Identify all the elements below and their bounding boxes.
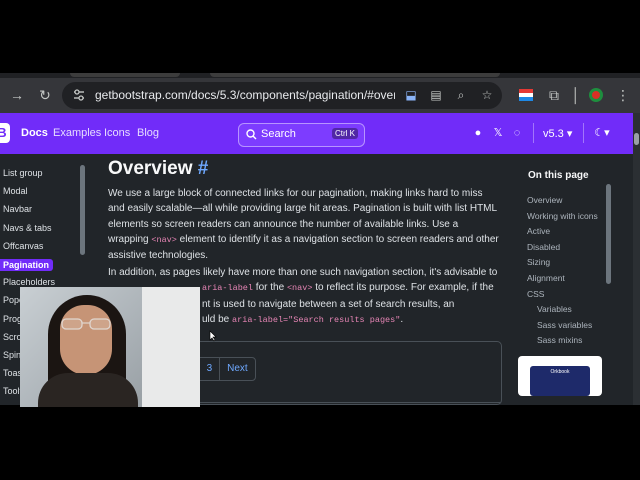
sidebar-item-modal[interactable]: Modal: [3, 186, 28, 196]
browser-tab[interactable]: [70, 73, 180, 77]
heading-text: Overview: [108, 158, 193, 179]
sidebar-item-offcanvas[interactable]: Offcanvas: [3, 241, 43, 251]
toc-link-active[interactable]: Active: [527, 226, 550, 236]
toc-link-sizing[interactable]: Sizing: [527, 257, 550, 267]
toc-link-sass-mixins[interactable]: Sass mixins: [537, 335, 582, 345]
bootstrap-navbar: B Docs Examples Icons Blog Search Ctrl K…: [0, 113, 633, 154]
reload-icon[interactable]: ↻: [36, 86, 54, 104]
bookmark-star-icon[interactable]: ☆: [479, 87, 495, 103]
sidebar-item-placeholders[interactable]: Placeholders: [3, 277, 55, 287]
github-icon[interactable]: ●: [471, 126, 485, 140]
carbon-ad[interactable]: Orkbook: [518, 356, 602, 396]
browser-toolbar: → ↻ getbootstrap.com/docs/5.3/components…: [0, 78, 640, 113]
glasses-icon: [61, 318, 111, 330]
zoom-icon[interactable]: ⌕: [453, 87, 469, 103]
site-info-icon[interactable]: [72, 88, 86, 102]
webcam-person-shirt: [38, 373, 138, 407]
table-of-contents: On this page Overview Working with icons A…: [508, 154, 633, 405]
browser-tab-active[interactable]: [210, 73, 500, 77]
nav-link-examples[interactable]: Examples: [53, 127, 101, 139]
sidebar-item-list-group[interactable]: List group: [3, 168, 43, 178]
search-label: Search: [261, 128, 296, 140]
mouse-cursor-icon: [209, 330, 217, 342]
bootstrap-logo[interactable]: B: [0, 123, 10, 143]
section-heading: Overview #: [108, 158, 208, 180]
paragraph-text: for the: [255, 282, 285, 294]
docs-search-button[interactable]: Search Ctrl K: [238, 123, 365, 147]
forward-icon[interactable]: →: [8, 86, 26, 104]
nav-link-blog[interactable]: Blog: [137, 127, 159, 139]
toc-link-alignment[interactable]: Alignment: [527, 273, 565, 283]
page-scrollbar-thumb[interactable]: [634, 133, 639, 145]
page-scrollbar[interactable]: [633, 113, 640, 405]
search-shortcut: Ctrl K: [332, 128, 358, 139]
paragraph-text: to reflect its purpose. For example, if …: [315, 282, 494, 294]
nav-divider: [583, 123, 584, 143]
nav-link-icons[interactable]: Icons: [104, 127, 130, 139]
paragraph-text: uld be: [202, 313, 230, 325]
webcam-background-door: [142, 287, 200, 407]
profile-avatar-icon[interactable]: [588, 87, 604, 103]
toc-link-working-with-icons[interactable]: Working with icons: [527, 211, 598, 221]
theme-toggle-moon-icon[interactable]: ☾▾: [592, 126, 612, 140]
toc-title: On this page: [528, 170, 589, 181]
toc-scrollbar[interactable]: [606, 184, 611, 284]
sidebar-item-pagination[interactable]: Pagination: [0, 259, 54, 271]
toc-link-sass-variables[interactable]: Sass variables: [537, 320, 592, 330]
inline-code: <nav>: [151, 234, 177, 245]
search-icon: [246, 129, 257, 140]
inline-code: aria-label="Search results pages": [232, 314, 401, 325]
version-label: v5.3: [543, 128, 564, 140]
inline-code: <nav>: [286, 283, 313, 294]
paragraph-text: .: [400, 313, 404, 325]
sidebar-item-navbar[interactable]: Navbar: [3, 204, 32, 214]
heading-anchor-link[interactable]: #: [198, 158, 209, 179]
ad-image: Orkbook: [530, 366, 590, 396]
inline-code: aria-label: [202, 283, 254, 294]
address-bar[interactable]: getbootstrap.com/docs/5.3/components/pag…: [62, 82, 502, 109]
nav-link-docs[interactable]: Docs: [21, 127, 48, 139]
paragraph-text: In addition, as pages likely have more t…: [108, 267, 498, 278]
x-twitter-icon[interactable]: 𝕏: [491, 126, 505, 140]
webcam-person-face: [60, 305, 112, 375]
page-link-3[interactable]: 3: [200, 358, 221, 380]
toc-link-disabled[interactable]: Disabled: [527, 242, 560, 252]
sidebar-item-navs-tabs[interactable]: Navs & tabs: [3, 223, 52, 233]
extensions-puzzle-icon[interactable]: ⧉: [545, 86, 563, 104]
toc-link-variables[interactable]: Variables: [537, 304, 572, 314]
toc-link-overview[interactable]: Overview: [527, 195, 562, 205]
extension-flag-icon[interactable]: [518, 87, 534, 103]
chrome-menu-icon[interactable]: ⋮: [614, 86, 632, 104]
install-app-icon[interactable]: ⬓: [403, 87, 419, 103]
url-text[interactable]: getbootstrap.com/docs/5.3/components/pag…: [95, 88, 395, 102]
sidebar-scrollbar[interactable]: [80, 165, 85, 255]
nav-divider: [533, 123, 534, 143]
reading-mode-icon[interactable]: ▤: [428, 87, 444, 103]
version-dropdown[interactable]: v5.3 ▾: [543, 127, 572, 140]
divider-icon: │: [571, 87, 581, 103]
opencollective-icon[interactable]: ◌: [510, 126, 524, 140]
webcam-overlay: [20, 287, 200, 407]
toc-link-css[interactable]: CSS: [527, 289, 544, 299]
paragraph-intro: We use a large block of connected links …: [108, 186, 500, 263]
page-link-next[interactable]: Next: [220, 358, 255, 380]
